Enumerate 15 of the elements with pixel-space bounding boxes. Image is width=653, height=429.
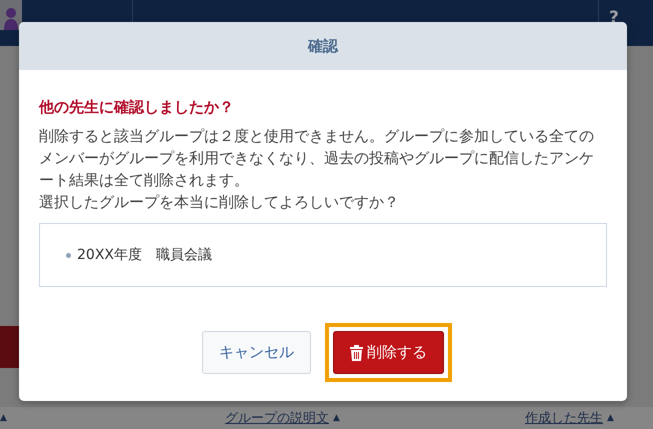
sort-icon[interactable]: ▲	[607, 413, 614, 423]
delete-button[interactable]: 削除する	[333, 331, 444, 374]
sort-icon[interactable]: ▲	[333, 413, 340, 423]
column-header[interactable]: 作成した先生	[525, 409, 603, 427]
message-text: 削除すると該当グループは２度と使用できません。グループに参加している全てのメンバーがグループを利用できなくなり、過去の投稿やグループに配信したアンケート結果は全て削除されます。	[39, 126, 595, 191]
message-text: 選択したグループを本当に削除してよろしいですか？	[39, 192, 400, 213]
dialog-title: 確認	[308, 36, 338, 56]
cancel-button[interactable]: キャンセル	[202, 331, 311, 374]
delete-button[interactable]	[0, 326, 20, 368]
sort-icon[interactable]: ▲	[0, 413, 7, 423]
group-item: 20XX年度 職員会議	[66, 246, 212, 264]
avatar	[0, 0, 22, 30]
question-text: 他の先生に確認しましたか？	[39, 98, 235, 117]
trash-icon	[350, 344, 363, 360]
column-header[interactable]: グループの説明文	[225, 409, 329, 427]
